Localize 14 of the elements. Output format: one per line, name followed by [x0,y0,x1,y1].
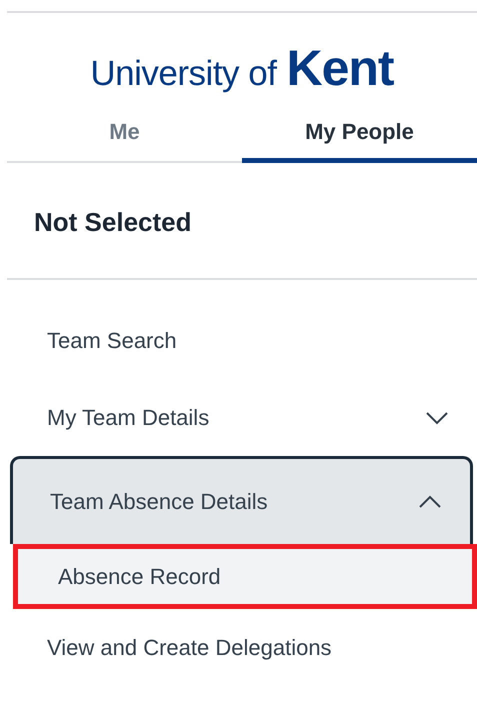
menu-group[interactable]: Team Absence Details [10,456,473,544]
tab[interactable]: Me [7,105,242,163]
chevron-down-icon [425,410,449,424]
menu-item[interactable]: Team Search [7,302,477,379]
selection-heading: Not Selected [7,163,477,280]
menu-group-label: Team Absence Details [50,488,268,514]
logo-wordmark: Kent [286,39,394,97]
submenu-item[interactable]: Absence Record [13,544,477,609]
menu-group[interactable]: My Team Details [7,379,477,456]
logo-text: University of [90,54,276,94]
chevron-up-icon [418,494,442,508]
menu-item[interactable]: View and Create Delegations [7,609,477,686]
menu-group-label: My Team Details [47,404,210,430]
tab[interactable]: My People [242,105,477,163]
